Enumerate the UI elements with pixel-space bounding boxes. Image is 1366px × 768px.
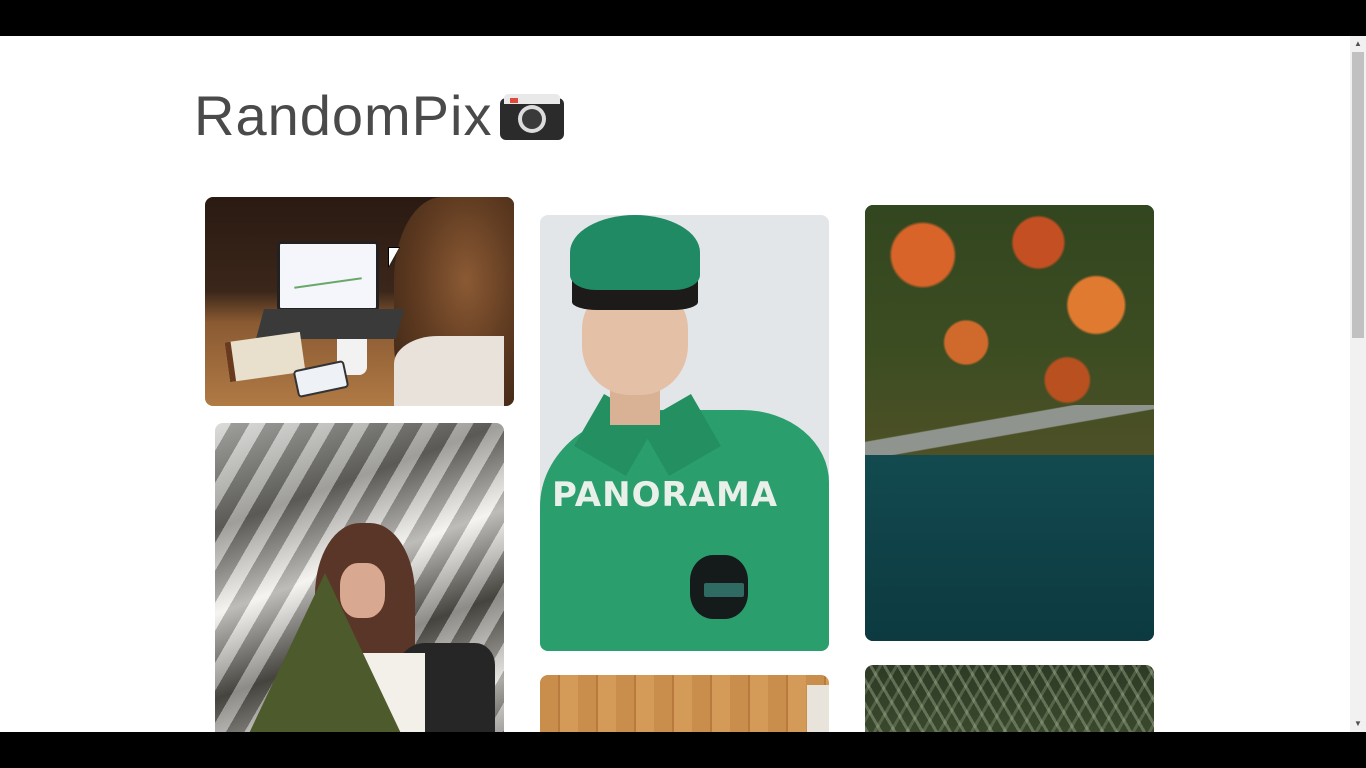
photo-woman-pine-tree-snow[interactable] — [215, 423, 504, 732]
camera-icon — [500, 92, 565, 140]
photo-laptop-desk[interactable] — [205, 197, 514, 406]
site-header: RandomPix — [194, 84, 565, 147]
scroll-down-arrow-icon[interactable]: ▼ — [1350, 716, 1366, 732]
window-top-bar — [0, 0, 1366, 36]
photo-man-green-shirt[interactable]: PANORAMA — [540, 215, 829, 651]
scroll-thumb[interactable] — [1352, 52, 1364, 338]
site-title: RandomPix — [194, 84, 493, 147]
photo-pine-branches[interactable] — [865, 665, 1154, 732]
vertical-scrollbar[interactable]: ▲ ▼ — [1350, 36, 1366, 732]
window-bottom-bar — [0, 732, 1366, 768]
photo-forest-lake-aerial[interactable] — [865, 205, 1154, 641]
page-viewport[interactable]: RandomPix PANORAMA ▲ ▼ — [0, 36, 1366, 732]
photo-wood-wall[interactable] — [540, 675, 829, 732]
mouse-cursor-fill — [389, 248, 399, 266]
shirt-print-text: PANORAMA — [552, 475, 779, 515]
scroll-up-arrow-icon[interactable]: ▲ — [1350, 36, 1366, 52]
